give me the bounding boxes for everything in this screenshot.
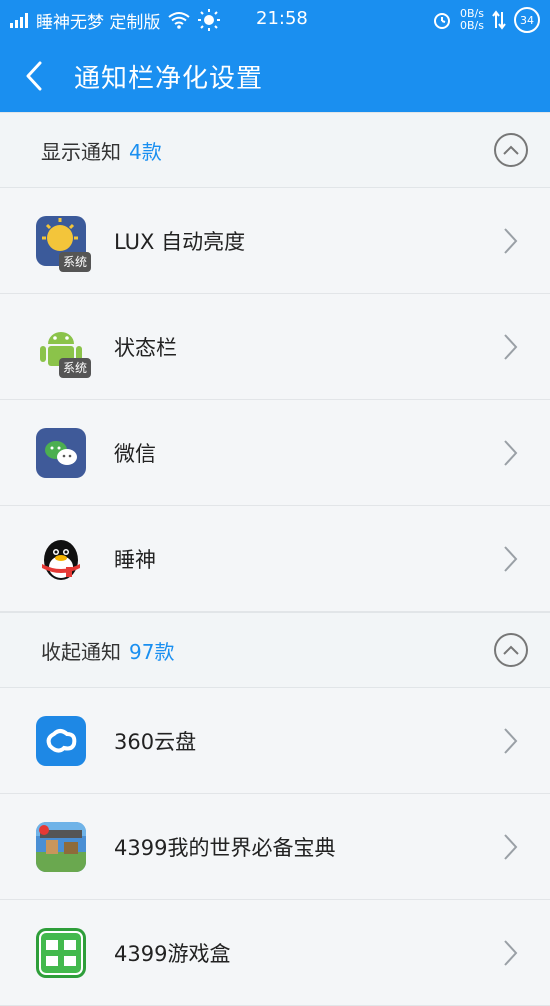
brightness-icon (198, 9, 221, 31)
chevron-up-icon (503, 145, 519, 155)
section-label: 收起通知 (41, 639, 121, 664)
list-item[interactable]: 睡神 (0, 506, 550, 612)
chevron-right-icon (504, 939, 518, 966)
section-label: 显示通知 (41, 139, 121, 164)
system-badge: 系统 (58, 357, 91, 378)
section-count: 4款 (129, 139, 162, 164)
list-item[interactable]: 360云盘 (0, 688, 550, 794)
android-app-icon: 系统 (36, 322, 91, 378)
list-item[interactable]: 微信 (0, 400, 550, 506)
chevron-right-icon (504, 227, 518, 254)
section-header-collapsed: 收起通知 97款 (0, 612, 550, 688)
list-item[interactable]: 系统 LUX 自动亮度 (0, 188, 550, 294)
carrier-label: 睡神无梦 定制版 (36, 12, 161, 33)
game-box-app-icon (36, 927, 86, 978)
chevron-right-icon (504, 727, 518, 754)
app-name: LUX 自动亮度 (114, 229, 246, 254)
clock: 21:58 (256, 8, 308, 29)
collapse-toggle-collapsed[interactable] (494, 633, 528, 667)
chevron-right-icon (504, 833, 518, 860)
speed-down: 0B/s (460, 19, 484, 32)
title-bar: 通知栏净化设置 (0, 40, 550, 112)
app-name: 360云盘 (114, 729, 197, 754)
signal-icon (10, 12, 28, 28)
minecraft-guide-app-icon (36, 821, 86, 872)
page-title: 通知栏净化设置 (74, 63, 264, 94)
back-arrow-icon (26, 61, 42, 91)
chevron-right-icon (504, 545, 518, 572)
app-name: 微信 (114, 441, 156, 466)
chevron-right-icon (504, 439, 518, 466)
chevron-up-icon (503, 645, 519, 655)
chevron-right-icon (504, 333, 518, 360)
yunpan-app-icon (36, 715, 86, 766)
app-name: 状态栏 (114, 335, 177, 360)
list-item[interactable]: 4399游戏盒 (0, 900, 550, 1006)
section-header-show: 显示通知 4款 (0, 112, 550, 188)
back-button[interactable] (14, 56, 54, 96)
app-name: 睡神 (114, 547, 156, 572)
list-item[interactable]: 4399我的世界必备宝典 (0, 794, 550, 900)
wechat-app-icon (36, 427, 86, 478)
collapse-toggle-show[interactable] (494, 133, 528, 167)
app-name: 4399游戏盒 (114, 941, 231, 966)
list-item[interactable]: 系统 状态栏 (0, 294, 550, 400)
qq-app-icon (36, 534, 86, 584)
top-bar: 睡神无梦 定制版 21:58 0B/s 0B/s 34 通知栏净化设置 (0, 0, 550, 112)
alarm-icon (434, 13, 451, 29)
lux-app-icon: 系统 (36, 215, 91, 272)
wifi-icon (168, 12, 191, 29)
status-bar: 睡神无梦 定制版 21:58 0B/s 0B/s 34 (0, 0, 550, 40)
data-arrows-icon (492, 10, 506, 30)
battery-icon: 34 (514, 7, 540, 33)
section-count: 97款 (129, 639, 175, 664)
system-badge: 系统 (58, 251, 91, 272)
app-name: 4399我的世界必备宝典 (114, 835, 336, 860)
network-speed: 0B/s 0B/s (460, 8, 484, 32)
